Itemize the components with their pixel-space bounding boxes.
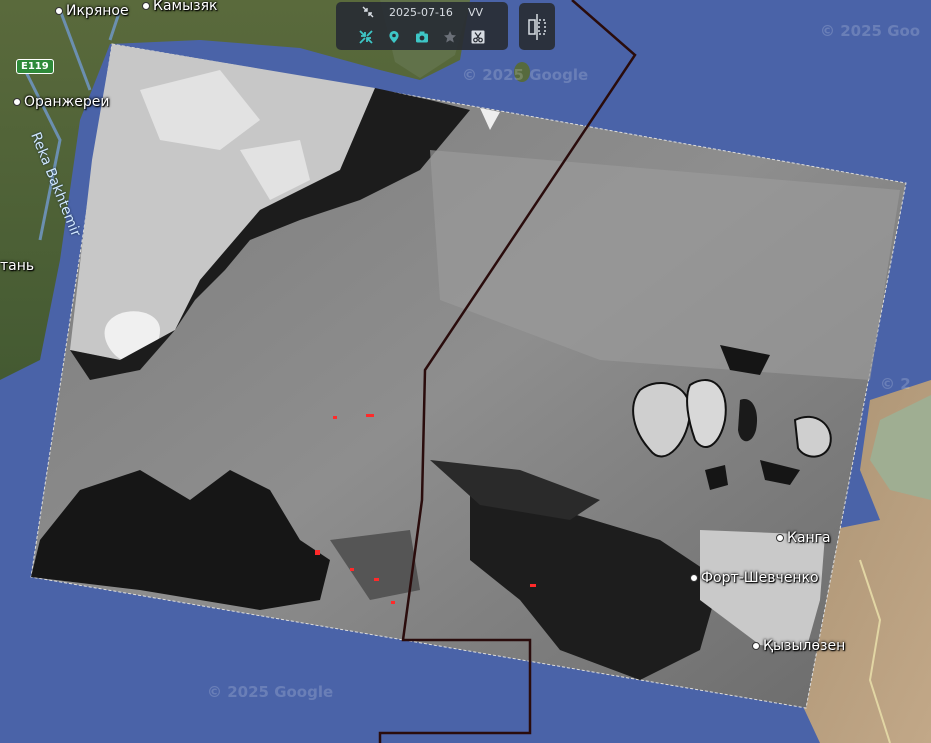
place-dot xyxy=(142,2,150,10)
google-watermark: © 2 xyxy=(880,375,911,393)
spill-mark xyxy=(366,414,374,417)
image-toolbar: 2025-07-16 VV xyxy=(336,2,508,50)
place-label-fort-shevchenko: Форт-Шевченко xyxy=(690,570,819,586)
place-label-oranzherei: Оранжереи xyxy=(13,94,109,110)
google-watermark: © 2025 Google xyxy=(207,683,334,701)
place-label-partial-left: тань xyxy=(0,258,35,274)
snapshot-button[interactable] xyxy=(411,26,433,48)
road-badge-e119: E119 xyxy=(16,59,54,74)
place-dot xyxy=(690,574,698,582)
place-label-kanga: Канга xyxy=(776,530,831,546)
google-watermark: © 2025 Google xyxy=(462,66,589,84)
collapse-arrows-icon xyxy=(359,30,373,44)
collapse-arrows-icon[interactable] xyxy=(362,6,374,20)
place-dot xyxy=(13,98,21,106)
map-canvas[interactable] xyxy=(0,0,931,743)
place-label-kyzylozen: Қызылөзен xyxy=(752,638,845,654)
favorite-button[interactable] xyxy=(439,26,461,48)
spill-mark xyxy=(391,601,395,604)
clip-button[interactable] xyxy=(467,26,489,48)
google-watermark: © 2025 Goo xyxy=(820,22,921,40)
place-dot xyxy=(776,534,784,542)
add-marker-button[interactable] xyxy=(383,26,405,48)
spill-mark xyxy=(530,584,536,587)
place-label-ikryanoe: Икряное xyxy=(55,3,129,19)
split-compare-icon xyxy=(528,13,546,40)
camera-icon xyxy=(416,31,428,43)
place-label-kamyzyak: Камызяк xyxy=(142,0,217,14)
map-pin-icon xyxy=(389,31,399,43)
polarization-label: VV xyxy=(468,6,484,19)
place-dot xyxy=(752,642,760,650)
place-dot xyxy=(55,7,63,15)
zoom-to-image-button[interactable] xyxy=(355,26,377,48)
spill-mark xyxy=(350,568,354,571)
star-icon xyxy=(444,31,456,43)
spill-mark xyxy=(315,550,320,555)
compare-split-button[interactable] xyxy=(519,3,555,50)
spill-mark xyxy=(333,416,337,419)
image-date: 2025-07-16 xyxy=(389,6,453,19)
scissors-icon xyxy=(471,30,485,44)
toolbar-info-row: 2025-07-16 VV xyxy=(336,6,508,22)
spill-mark xyxy=(374,578,379,581)
